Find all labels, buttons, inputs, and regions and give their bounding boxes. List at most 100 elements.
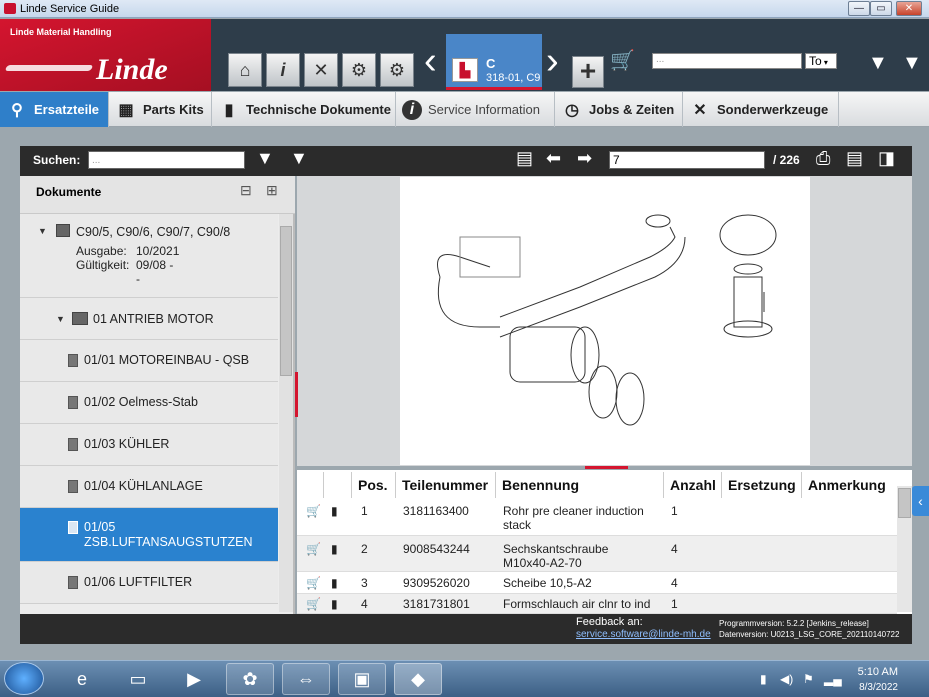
tree-item[interactable]: 01/03 KÜHLER	[20, 424, 278, 466]
feedback-email-link[interactable]: service.software@linde-mh.de	[576, 629, 711, 640]
col-ersetzung[interactable]: Ersetzung	[722, 472, 802, 498]
header-search-input[interactable]: ...	[652, 53, 802, 69]
clear-filter-icon[interactable]: ▼	[902, 52, 922, 75]
clock-time[interactable]: 5:10 AM	[856, 666, 898, 678]
search-input-value: ...	[92, 155, 101, 166]
tree-item-text: 01/04 KÜHLANLAGE	[84, 479, 203, 493]
tree-item-selected[interactable]: 01/05 ZSB.LUFTANSAUGSTUTZEN	[20, 508, 278, 562]
cart-icon[interactable]: 🛒	[610, 48, 635, 73]
tab-ersatzteile[interactable]: ⚲ Ersatzteile	[0, 92, 109, 127]
clock-date[interactable]: 8/3/2022	[850, 682, 898, 693]
tab-jobs-zeiten[interactable]: ◷ Jobs & Zeiten	[555, 92, 683, 127]
minimize-button[interactable]: —	[848, 1, 870, 16]
layout-single-icon[interactable]: ▤	[846, 148, 863, 169]
close-button[interactable]: ✕	[896, 1, 922, 16]
tools-button[interactable]: ✕	[304, 53, 338, 87]
app-icon-1[interactable]: ✿	[226, 663, 274, 695]
table-row[interactable]: 🛒 ▮ 4 3181731801 Formschlauch air clnr t…	[297, 594, 897, 614]
document-icon	[68, 480, 78, 494]
note-icon[interactable]: ▮	[326, 574, 343, 592]
clear-filter-icon[interactable]: ▼	[290, 148, 308, 169]
expand-all-icon[interactable]: ⊞	[266, 182, 278, 199]
tab-parts-kits[interactable]: ▦ Parts Kits	[109, 92, 212, 127]
col-benennung[interactable]: Benennung	[496, 472, 664, 498]
cell-pos: 1	[361, 504, 368, 518]
note-icon[interactable]: ▮	[326, 502, 343, 520]
home-button[interactable]: ⌂	[228, 53, 262, 87]
table-row[interactable]: 🛒 ▮ 3 9309526020 Scheibe 10,5-A2 4	[297, 572, 897, 594]
col-teilenummer[interactable]: Teilenummer	[396, 472, 496, 498]
nav-forward-button[interactable]: ›	[546, 42, 559, 80]
vehicle-tab[interactable]: ▙ C 318-01, C9	[446, 34, 542, 90]
note-icon[interactable]: ▮	[326, 595, 343, 613]
settings-button[interactable]: ⚙	[380, 53, 414, 87]
remote-desktop-icon[interactable]: ▣	[338, 663, 386, 695]
maximize-button[interactable]: ▭	[870, 1, 892, 16]
tab-service-information[interactable]: i Service Information	[396, 92, 555, 127]
cell-pos: 3	[361, 576, 368, 590]
arrow-left-icon[interactable]: ⬅	[546, 148, 561, 169]
print-icon[interactable]: ⎙	[816, 148, 830, 169]
tray-usb-icon[interactable]: ▮	[760, 672, 767, 686]
cart-icon[interactable]: 🛒	[301, 574, 326, 592]
col-anzahl[interactable]: Anzahl	[664, 472, 722, 498]
company-name: Linde Material Handling	[10, 27, 112, 37]
parts-icon: ⚲	[11, 101, 23, 119]
cart-settings-button[interactable]: ⚙	[342, 53, 376, 87]
tab-sonderwerkzeuge[interactable]: ✕ Sonderwerkzeuge	[683, 92, 839, 127]
tree-scrollbar[interactable]	[279, 214, 293, 612]
tree-item-label: 01/06 LUFTFILTER	[68, 575, 192, 590]
cart-icon[interactable]: 🛒	[301, 540, 326, 558]
panel-splitter-marker[interactable]	[295, 372, 298, 417]
precleaner-flange	[723, 320, 773, 338]
info-button[interactable]: i	[266, 53, 300, 87]
tab-technische-dokumente[interactable]: ▮ Technische Dokumente	[212, 92, 396, 127]
tree-item[interactable]: 01/01 MOTOREINBAU - QSB	[20, 340, 278, 382]
cell-name: Sechskantschraube M10x40-A2-70	[503, 542, 609, 570]
brand-name: Linde	[96, 53, 168, 86]
tray-network-icon[interactable]: ▂▄	[824, 672, 842, 686]
start-button[interactable]	[4, 662, 44, 695]
teamviewer-icon[interactable]: ⇔	[282, 663, 330, 695]
notepad-icon[interactable]: ▤	[516, 148, 533, 169]
tree-item-label: 01/02 Oelmess-Stab	[68, 395, 198, 410]
note-icon[interactable]: ▮	[326, 540, 343, 558]
tab-label: Ersatzteile	[34, 102, 100, 117]
tree-group-node[interactable]: ▼ 01 ANTRIEB MOTOR	[20, 298, 278, 340]
table-row[interactable]: 🛒 ▮ 2 9008543244 Sechskantschraube M10x4…	[297, 536, 897, 572]
tray-flag-icon[interactable]: ⚑	[803, 672, 814, 686]
tray-volume-icon[interactable]: ◀)	[780, 672, 793, 686]
col-anmerkung[interactable]: Anmerkung	[802, 472, 897, 498]
tree-item[interactable]: 01/04 KÜHLANLAGE	[20, 466, 278, 508]
tree-model-node[interactable]: ▼ C90/5, C90/6, C90/7, C90/8 Ausgabe: 10…	[20, 214, 278, 298]
tree-item[interactable]: 01/02 Oelmess-Stab	[20, 382, 278, 424]
scrollbar-thumb[interactable]	[898, 488, 911, 518]
search-input[interactable]: ...	[88, 151, 245, 169]
collapse-all-icon[interactable]: ⊟	[240, 182, 252, 199]
tree-item[interactable]: 01/06 LUFTFILTER	[20, 562, 278, 604]
add-button[interactable]: +	[572, 56, 604, 88]
table-scrollbar[interactable]	[897, 486, 912, 612]
document-icon	[68, 396, 78, 410]
internet-explorer-icon[interactable]: e	[58, 663, 106, 695]
search-scope-select[interactable]: To ▾	[805, 53, 837, 69]
table-row[interactable]: 🛒 ▮ 1 3181163400 Rohr pre cleaner induct…	[297, 498, 897, 536]
chevron-right-icon: ›	[546, 40, 559, 82]
cart-icon[interactable]: 🛒	[301, 595, 326, 613]
filter-icon[interactable]: ▼	[868, 52, 888, 75]
layout-split-icon[interactable]: ◨	[878, 148, 895, 169]
arrow-right-icon[interactable]: ➡	[577, 148, 592, 169]
panel-splitter-marker[interactable]	[585, 466, 628, 469]
cart-icon[interactable]: 🛒	[301, 502, 326, 520]
file-explorer-icon[interactable]: ▭	[114, 663, 162, 695]
media-player-icon[interactable]: ▶	[170, 663, 218, 695]
exploded-drawing[interactable]	[400, 177, 810, 465]
filter-icon[interactable]: ▼	[256, 148, 274, 169]
linde-app-icon[interactable]: ◆	[394, 663, 442, 695]
scrollbar-thumb[interactable]	[280, 226, 292, 376]
page-input[interactable]: 7	[609, 151, 765, 169]
nav-back-button[interactable]: ‹	[424, 42, 437, 80]
side-panel-toggle[interactable]: ‹	[912, 486, 929, 516]
col-pos[interactable]: Pos.	[352, 472, 396, 498]
clamp-top	[645, 214, 671, 228]
